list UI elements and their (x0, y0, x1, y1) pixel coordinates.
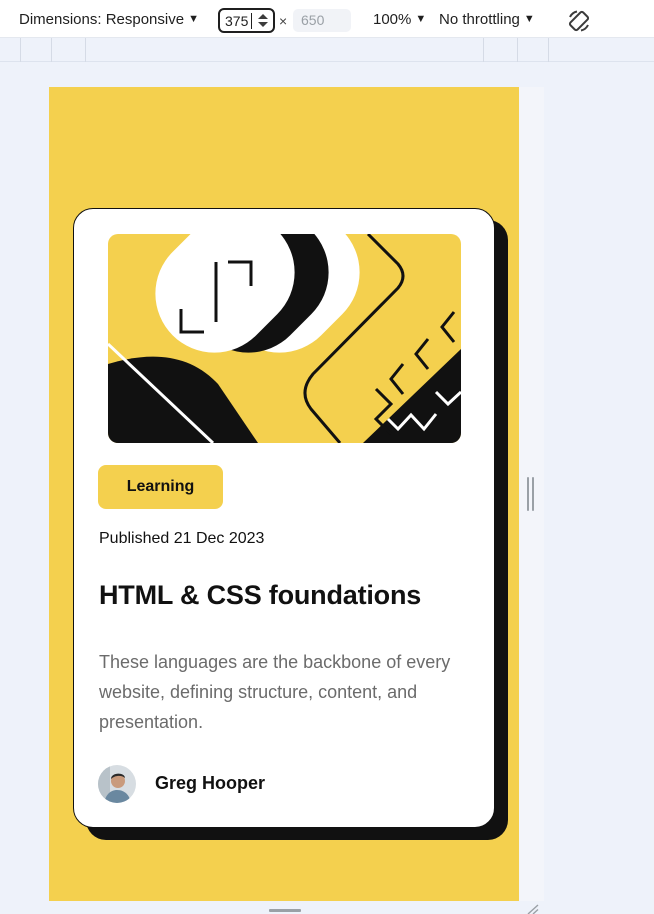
resize-handle-bottom[interactable] (269, 909, 301, 912)
zoom-dropdown[interactable]: 100% ▼ (373, 11, 426, 28)
throttling-dropdown[interactable]: No throttling ▼ (439, 11, 535, 28)
rotate-icon[interactable] (566, 8, 592, 34)
throttling-label: No throttling (439, 11, 520, 28)
category-tag[interactable]: Learning (98, 465, 223, 509)
chevron-down-icon: ▼ (415, 13, 427, 25)
height-input[interactable]: 650 (293, 9, 351, 32)
spin-arrows-icon[interactable] (255, 11, 271, 30)
text-cursor (251, 13, 252, 29)
width-input[interactable]: 375 (218, 8, 275, 33)
height-placeholder: 650 (301, 12, 325, 28)
dimensions-label: Dimensions: Responsive (19, 11, 185, 28)
devtools-toolbar: Dimensions: Responsive ▼ 375 × 650 100% … (0, 0, 654, 38)
card-illustration (108, 234, 461, 443)
width-value: 375 (225, 13, 249, 29)
media-query-ruler (0, 38, 654, 62)
dimensions-dropdown[interactable]: Dimensions: Responsive ▼ (19, 11, 199, 28)
resize-handle-right[interactable] (526, 477, 536, 511)
zoom-label: 100% (373, 11, 412, 28)
chevron-down-icon: ▼ (523, 13, 535, 25)
author-name: Greg Hooper (155, 773, 266, 793)
published-date: Published 21 Dec 2023 (99, 530, 265, 547)
resize-corner-handle[interactable] (526, 904, 540, 914)
card-title[interactable]: HTML & CSS foundations (99, 580, 421, 611)
chevron-down-icon: ▼ (188, 13, 199, 25)
author-avatar (98, 765, 136, 803)
times-symbol: × (279, 13, 288, 29)
card-description: These languages are the backbone of ever… (99, 652, 451, 732)
